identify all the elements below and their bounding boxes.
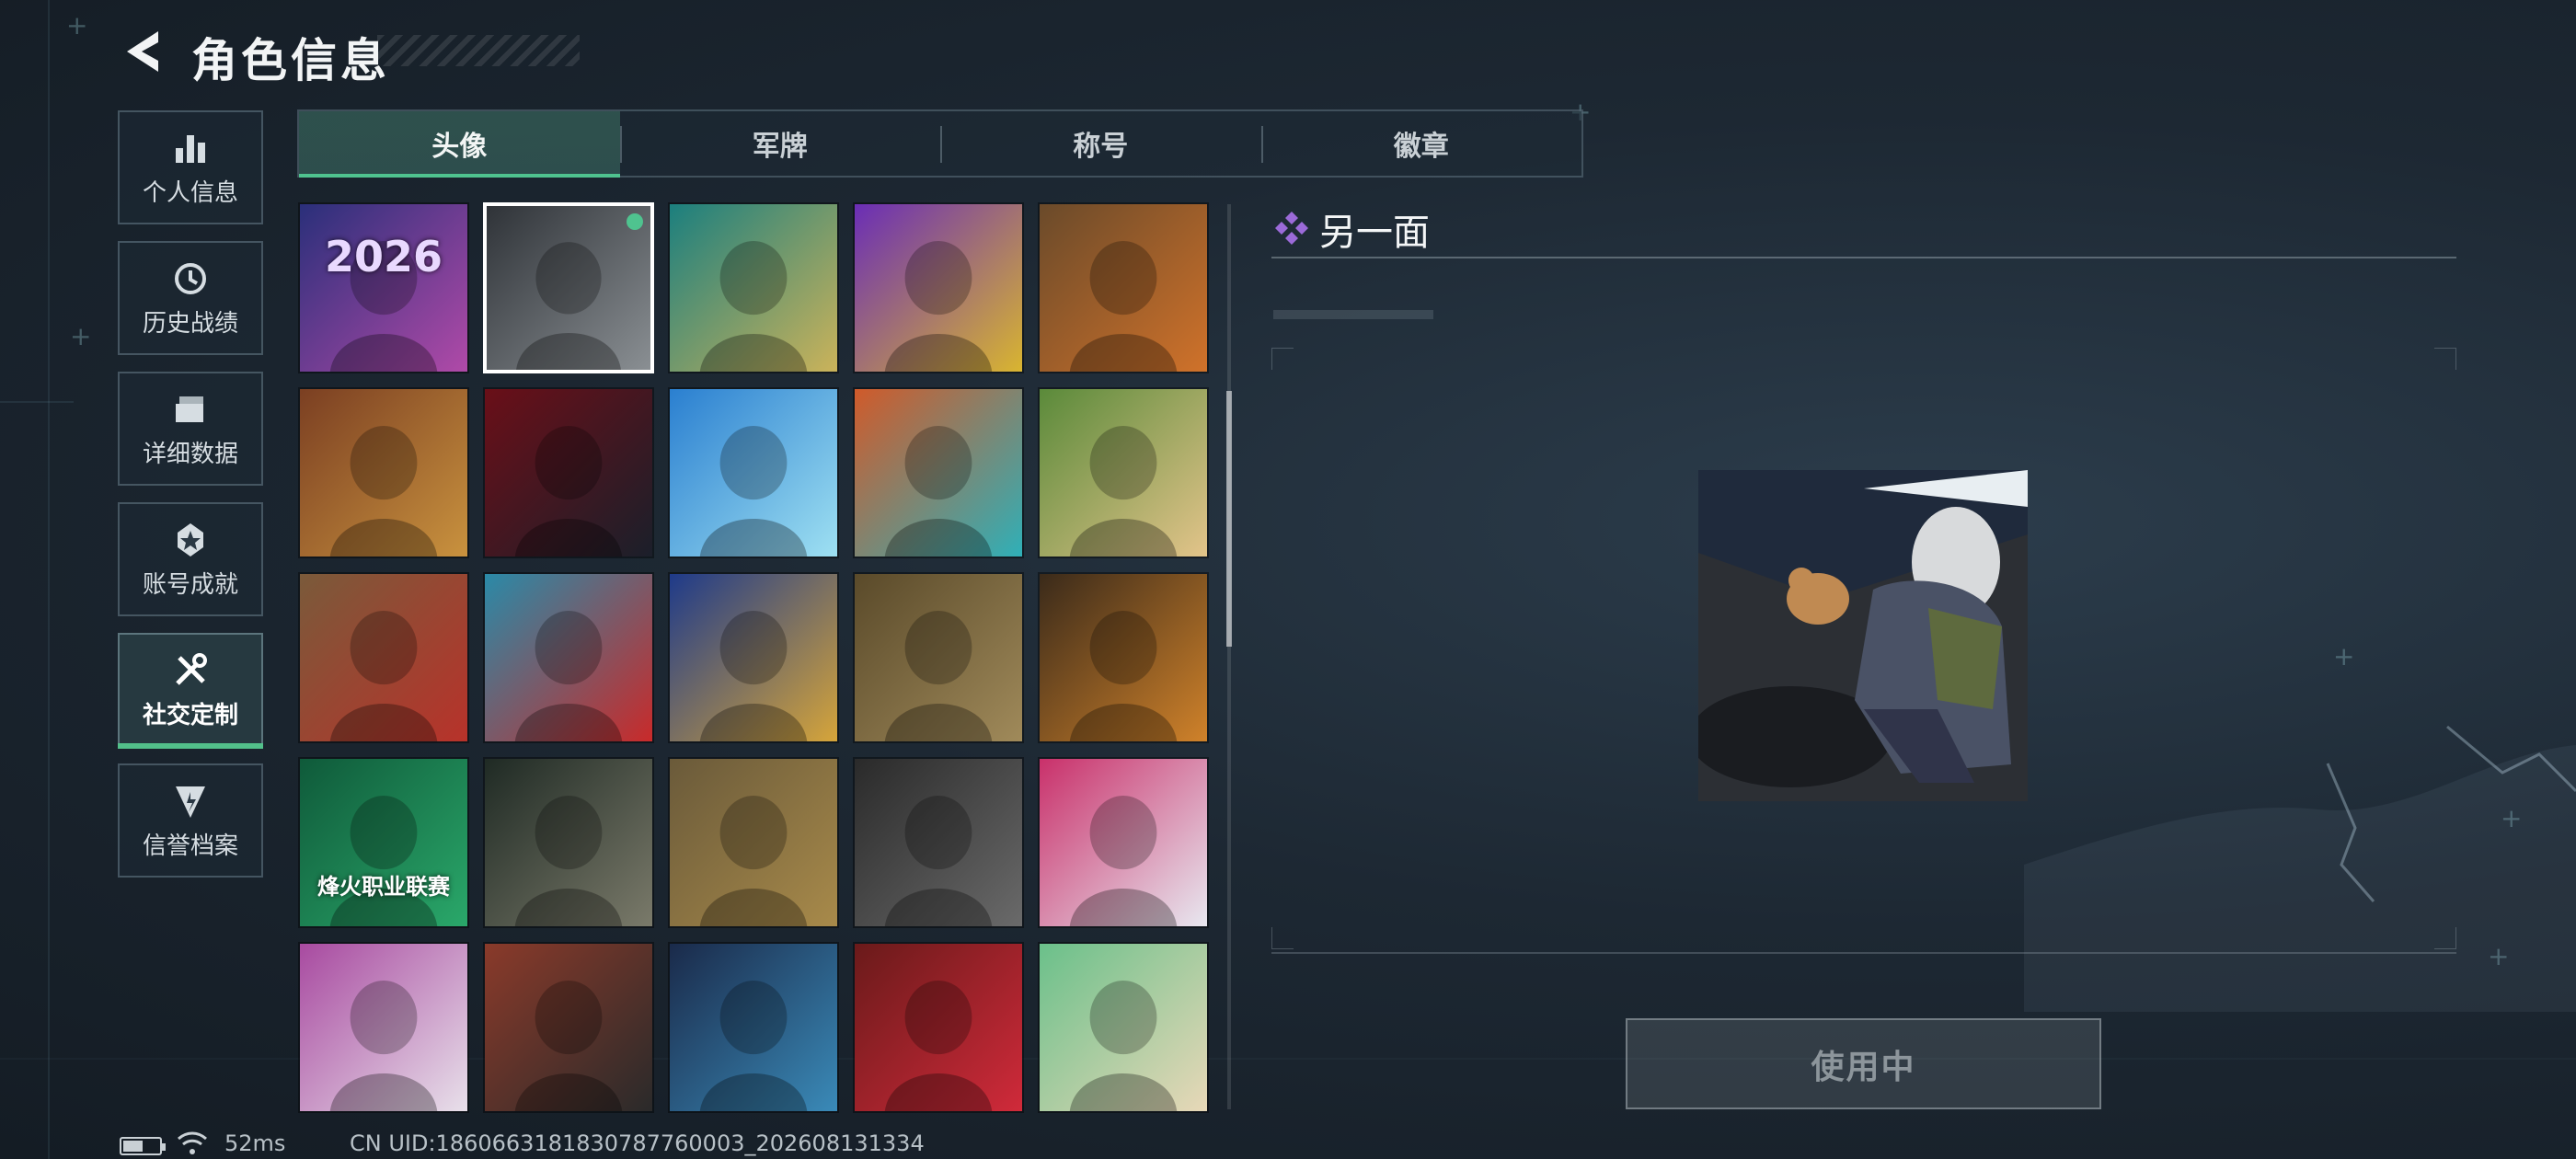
grid-scrollbar-track[interactable] — [1227, 204, 1231, 1109]
avatar-item-red-mask-duo[interactable] — [483, 572, 654, 743]
avatar-item-gamer-room[interactable] — [668, 942, 839, 1113]
tab-avatar[interactable]: 头像 — [299, 111, 620, 178]
avatar-item-gem-crest[interactable] — [668, 572, 839, 743]
avatar-thumbnail — [855, 759, 1022, 926]
avatar-thumbnail — [1040, 944, 1207, 1111]
avatar-thumbnail — [1040, 759, 1207, 926]
back-arrow-icon[interactable] — [118, 26, 166, 77]
selected-indicator — [627, 213, 643, 230]
decor-line — [48, 0, 50, 1159]
tools-icon — [176, 652, 207, 685]
avatar-item-league-2026[interactable]: 烽火职业联赛 — [298, 757, 469, 928]
avatar-thumbnail — [485, 389, 652, 557]
avatar-item-chibi-eating[interactable] — [1038, 387, 1209, 558]
sidebar-item-label: 详细数据 — [142, 440, 238, 468]
avatar-item-bbq-soldier[interactable] — [1038, 202, 1209, 373]
history-clock-icon — [175, 262, 206, 294]
sidebar-item-credit[interactable]: 信誉档案 — [118, 763, 263, 878]
tab-dog-tag[interactable]: 军牌 — [619, 111, 941, 176]
detail-bottom-divider — [1271, 952, 2456, 954]
sidebar-item-details[interactable]: 详细数据 — [118, 372, 263, 486]
avatar-thumbnail — [300, 574, 467, 741]
sidebar-item-label: 个人信息 — [142, 178, 238, 207]
category-tabs: 头像 军牌 称号 徽章 — [297, 109, 1583, 178]
avatar-item-neon-soldier[interactable] — [853, 202, 1024, 373]
avatar-item-red-hood[interactable] — [483, 387, 654, 558]
battery-icon — [120, 1137, 166, 1155]
avatar-thumbnail — [670, 574, 837, 741]
credit-shield-icon — [176, 786, 205, 818]
user-uid: CN UID:1860663181830787760003_2026081313… — [350, 1130, 925, 1156]
avatar-item-fireworks-2026[interactable]: 2026 — [298, 202, 469, 373]
avatar-item-silver-girl[interactable] — [298, 942, 469, 1113]
avatar-thumbnail — [855, 944, 1022, 1111]
avatar-preview-image — [1698, 470, 2028, 801]
sidebar-item-achievements[interactable]: 账号成就 — [118, 502, 263, 616]
avatar-item-gunslinger[interactable] — [853, 572, 1024, 743]
avatar-thumbnail — [300, 944, 467, 1111]
sidebar-item-personal-info[interactable]: 个人信息 — [118, 110, 263, 224]
avatar-item-masked-scared[interactable] — [483, 942, 654, 1113]
battery-level — [123, 1141, 143, 1152]
avatar-thumbnail — [670, 389, 837, 557]
sidebar-item-label: 信誉档案 — [142, 832, 238, 860]
sidebar-item-label: 账号成就 — [142, 570, 238, 599]
avatar-thumbnail — [670, 204, 837, 372]
avatar-thumbnail — [1040, 204, 1207, 372]
avatar-thumbnail — [670, 759, 837, 926]
detail-subtitle-placeholder — [1273, 310, 1433, 319]
tab-title[interactable]: 称号 — [940, 111, 1261, 176]
page-title: 角色信息 — [191, 34, 390, 87]
network-ping: 52ms — [224, 1130, 286, 1156]
avatar-item-duck-helmet[interactable] — [1038, 942, 1209, 1113]
avatar-thumbnail — [487, 206, 650, 370]
avatar-item-red-mask-card[interactable] — [298, 572, 469, 743]
avatar-thumbnail — [485, 574, 652, 741]
avatar-grid: 2026 烽火职业联赛 — [298, 202, 1211, 1113]
avatar-caption: 烽火职业联赛 — [317, 874, 450, 900]
wifi-icon — [178, 1131, 207, 1154]
avatar-thumbnail — [485, 759, 652, 926]
avatar-thumbnail — [670, 944, 837, 1111]
active-nav-indicator — [118, 743, 263, 749]
title-decoration — [377, 35, 580, 66]
avatar-item-trophy-soldier[interactable] — [668, 757, 839, 928]
avatar-thumbnail — [855, 204, 1022, 372]
avatar-thumbnail — [855, 574, 1022, 741]
avatar-item-blonde-boy[interactable] — [668, 202, 839, 373]
avatar-item-anime-girl[interactable] — [1038, 757, 1209, 928]
tab-badge[interactable]: 徽章 — [1260, 111, 1582, 176]
avatar-item-roses-skull[interactable] — [853, 942, 1024, 1113]
selected-avatar-name: 另一面 — [1319, 212, 1430, 254]
sidebar-item-history[interactable]: 历史战绩 — [118, 241, 263, 355]
sidebar-item-label: 历史战绩 — [142, 309, 238, 338]
purple-diamond-icon — [1275, 212, 1308, 245]
decor-plus-icon: + — [70, 321, 92, 351]
avatar-caption: 2026 — [324, 232, 443, 281]
avatar-item-colorful-soldier[interactable] — [853, 387, 1024, 558]
avatar-thumbnail — [300, 389, 467, 557]
sidebar-item-social-custom[interactable]: 社交定制 — [118, 633, 263, 747]
avatar-thumbnail — [1040, 389, 1207, 557]
decor-plus-icon: + — [66, 10, 88, 40]
grid-scrollbar-thumb[interactable] — [1226, 391, 1232, 647]
avatar-thumbnail — [855, 389, 1022, 557]
avatar-thumbnail — [300, 204, 467, 372]
bar-chart-icon — [176, 134, 205, 163]
avatar-item-other-side[interactable] — [483, 202, 654, 373]
avatar-item-sailboat[interactable] — [668, 387, 839, 558]
sidebar-item-label: 社交定制 — [142, 701, 238, 729]
avatar-thumbnail — [485, 944, 652, 1111]
avatar-item-chibi-veteran[interactable] — [483, 757, 654, 928]
achievement-badge-icon — [178, 522, 203, 557]
avatar-item-veteran-fire[interactable] — [1038, 572, 1209, 743]
avatar-thumbnail — [300, 759, 467, 926]
folder-icon — [176, 396, 203, 422]
avatar-thumbnail — [1040, 574, 1207, 741]
decor-line — [0, 401, 74, 403]
avatar-item-feast-table[interactable] — [298, 387, 469, 558]
detail-divider — [1271, 257, 2456, 258]
in-use-button[interactable]: 使用中 — [1626, 1018, 2101, 1109]
avatar-item-eagle-emblem[interactable] — [853, 757, 1024, 928]
